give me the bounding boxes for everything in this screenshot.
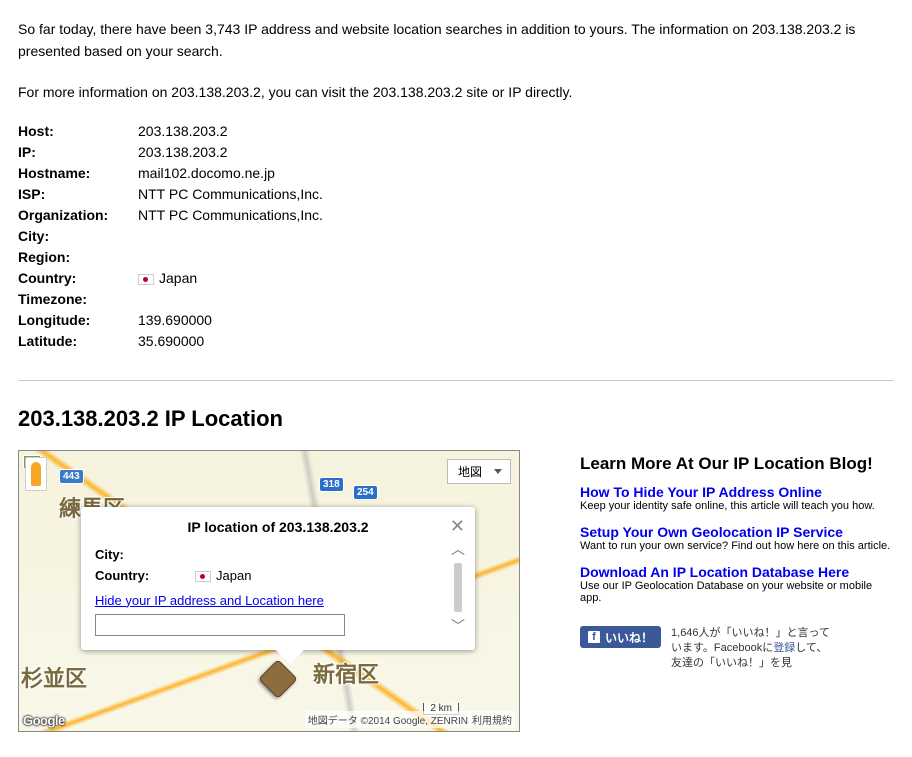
ip-location-heading: 203.138.203.2 IP Location xyxy=(18,406,894,432)
timezone-label: Timezone: xyxy=(18,289,138,310)
map-container[interactable]: 443 318 254 練馬区 新宿区 杉並区 CT 地図 ✕ ︿ ﹀ IP l… xyxy=(18,450,520,732)
blog-link-setup-service[interactable]: Setup Your Own Geolocation IP Service xyxy=(580,524,894,540)
blog-link-download-db[interactable]: Download An IP Location Database Here xyxy=(580,564,894,580)
close-icon[interactable]: ✕ xyxy=(450,517,465,535)
ip-details-table: Host:203.138.203.2 IP:203.138.203.2 Host… xyxy=(18,121,894,352)
map-district-shinjuku: 新宿区 xyxy=(313,657,379,689)
host-value: 203.138.203.2 xyxy=(138,121,228,142)
map-attribution: 地図データ ©2014 Google, ZENRIN xyxy=(305,711,471,728)
lon-label: Longitude: xyxy=(18,310,138,331)
isp-value: NTT PC Communications,Inc. xyxy=(138,184,323,205)
map-terms-link[interactable]: 利用規約 xyxy=(469,711,515,728)
org-value: NTT PC Communications,Inc. xyxy=(138,205,323,226)
route-badge: 443 xyxy=(59,469,84,484)
japan-flag-icon xyxy=(195,571,211,582)
scroll-up-icon[interactable]: ︿ xyxy=(451,539,465,559)
blog-link-hide-ip[interactable]: How To Hide Your IP Address Online xyxy=(580,484,894,500)
facebook-icon: f xyxy=(588,631,600,643)
lat-value: 35.690000 xyxy=(138,331,204,352)
blog-desc: Keep your identity safe online, this art… xyxy=(580,500,894,512)
route-badge: 318 xyxy=(319,477,344,492)
info-input[interactable] xyxy=(95,614,345,636)
info-scrollbar[interactable]: ︿ ﹀ xyxy=(451,539,465,636)
facebook-like-widget: fいいね！ 1,646人が「いいね！」と言っています。Facebookに登録して… xyxy=(580,626,894,671)
lat-label: Latitude: xyxy=(18,331,138,352)
info-country-label: Country: xyxy=(95,566,195,587)
intro-paragraph-1: So far today, there have been 3,743 IP a… xyxy=(18,18,894,63)
blog-desc: Use our IP Geolocation Database on your … xyxy=(580,580,894,604)
isp-label: ISP: xyxy=(18,184,138,205)
intro-paragraph-2: For more information on 203.138.203.2, y… xyxy=(18,81,894,103)
map-type-select[interactable]: 地図 xyxy=(447,459,511,484)
japan-flag-icon xyxy=(138,274,154,285)
facebook-register-link[interactable]: 登録 xyxy=(773,642,795,654)
ip-value: 203.138.203.2 xyxy=(138,142,228,163)
lon-value: 139.690000 xyxy=(138,310,212,331)
google-logo: Google xyxy=(23,713,65,728)
info-city-label: City: xyxy=(95,545,195,566)
blog-desc: Want to run your own service? Find out h… xyxy=(580,540,894,552)
sidebar: Learn More At Our IP Location Blog! How … xyxy=(580,450,894,732)
map-info-window: ✕ ︿ ﹀ IP location of 203.138.203.2 City:… xyxy=(81,507,475,650)
info-country-value: Japan xyxy=(195,566,251,587)
map-district-suginami: 杉並区 xyxy=(21,661,87,693)
facebook-like-text: 1,646人が「いいね！」と言っています。Facebookに登録して、友達の「い… xyxy=(671,626,831,671)
facebook-like-button[interactable]: fいいね！ xyxy=(580,626,661,648)
route-badge: 254 xyxy=(353,485,378,500)
sidebar-title: Learn More At Our IP Location Blog! xyxy=(580,454,894,474)
hide-ip-link[interactable]: Hide your IP address and Location here xyxy=(95,593,324,608)
region-label: Region: xyxy=(18,247,138,268)
hostname-label: Hostname: xyxy=(18,163,138,184)
section-divider xyxy=(18,380,894,381)
ip-label: IP: xyxy=(18,142,138,163)
org-label: Organization: xyxy=(18,205,138,226)
info-window-title: IP location of 203.138.203.2 xyxy=(95,519,461,535)
host-label: Host: xyxy=(18,121,138,142)
scroll-down-icon[interactable]: ﹀ xyxy=(451,616,465,636)
country-value: Japan xyxy=(138,268,197,289)
streetview-pegman-icon[interactable] xyxy=(25,457,47,491)
country-label: Country: xyxy=(18,268,138,289)
city-label: City: xyxy=(18,226,138,247)
hostname-value: mail102.docomo.ne.jp xyxy=(138,163,275,184)
scroll-track[interactable] xyxy=(454,563,462,612)
